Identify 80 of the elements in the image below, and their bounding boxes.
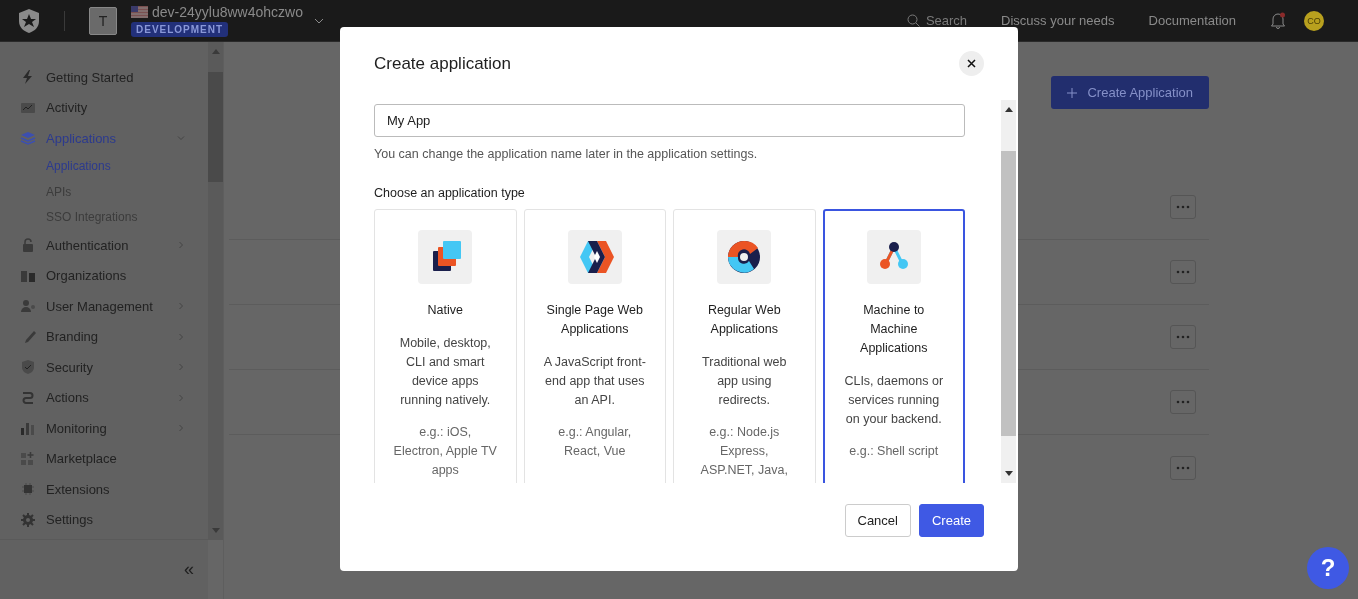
nav-link[interactable]: Discuss your needs bbox=[1001, 13, 1115, 28]
scrollbar-thumb[interactable] bbox=[208, 72, 223, 182]
section-heading: Choose an application type bbox=[374, 186, 526, 200]
app-type-icon bbox=[866, 230, 921, 284]
sidebar-item[interactable]: Organizations bbox=[20, 260, 208, 291]
more-options-button[interactable] bbox=[1170, 260, 1196, 284]
app-type-icon bbox=[567, 230, 622, 284]
sidebar-item[interactable]: Branding bbox=[20, 321, 208, 352]
card-title: Regular Web Applications bbox=[706, 302, 782, 338]
close-button[interactable] bbox=[959, 51, 984, 76]
card-title: Single Page Web Applications bbox=[545, 302, 644, 338]
logo-icon[interactable] bbox=[18, 8, 40, 33]
card-description: Mobile, desktop, CLI and smart device apps running natively. bbox=[398, 335, 492, 409]
sidebar-item[interactable]: Security bbox=[20, 352, 208, 383]
name-input-field[interactable]: My App bbox=[374, 104, 965, 137]
more-icon bbox=[1176, 400, 1190, 404]
application-type-card[interactable]: Single Page Web Applications A JavaScript front-end app that uses an API. e.g.: Angular, React, Vue bbox=[523, 209, 666, 483]
more-icon bbox=[1176, 335, 1190, 339]
tenant-avatar[interactable]: T bbox=[89, 6, 117, 35]
scroll-up-icon[interactable] bbox=[1004, 106, 1013, 112]
sidebar-item[interactable]: Activity bbox=[20, 92, 208, 123]
cancel-button[interactable]: Cancel bbox=[844, 503, 911, 537]
application-type-card[interactable]: Machine to Machine Applications CLIs, daemons or services running on your backend. e.g.: Shell script bbox=[822, 209, 965, 483]
menu-icon bbox=[20, 237, 36, 254]
more-options-button[interactable] bbox=[1170, 390, 1196, 414]
search-button[interactable]: Search bbox=[906, 13, 968, 28]
sidebar-item[interactable]: Actions bbox=[20, 382, 208, 413]
help-button[interactable]: ? bbox=[1307, 547, 1349, 589]
environment-badge: DEVELOPMENT bbox=[131, 22, 229, 37]
collapse-button[interactable]: « bbox=[178, 558, 200, 581]
app-type-icon bbox=[418, 230, 473, 284]
menu-icon bbox=[20, 511, 36, 528]
menu-icon bbox=[20, 130, 36, 147]
card-examples: e.g.: Shell script bbox=[849, 443, 939, 460]
dialog-title: Create application bbox=[374, 53, 512, 74]
more-icon bbox=[1176, 270, 1190, 274]
sidebar-item[interactable]: User Management bbox=[20, 291, 208, 322]
more-options-button[interactable] bbox=[1170, 195, 1196, 219]
application-type-card[interactable]: Native Mobile, desktop, CLI and smart device apps running natively. e.g.: iOS, Electron, Apple TV apps bbox=[374, 209, 517, 483]
application-type-card[interactable]: Regular Web Applications Traditional web app using redirects. e.g.: Node.js Express, ASP.NET, Java, bbox=[673, 209, 816, 483]
search-icon[interactable] bbox=[906, 14, 920, 27]
scroll-down-icon[interactable] bbox=[1004, 471, 1013, 477]
card-description: Traditional web app using redirects. bbox=[701, 354, 788, 409]
dialog-scrollbar[interactable] bbox=[1001, 100, 1016, 483]
menu-icon bbox=[20, 359, 36, 376]
sidebar-item[interactable]: Marketplace bbox=[20, 443, 208, 474]
menu-icon bbox=[20, 298, 36, 315]
plus-icon bbox=[1067, 87, 1078, 98]
more-options-button[interactable] bbox=[1170, 455, 1196, 480]
menu-icon bbox=[20, 450, 36, 467]
more-icon bbox=[1176, 205, 1190, 209]
more-options-button[interactable] bbox=[1170, 325, 1196, 349]
card-title: Machine to Machine Applications bbox=[859, 302, 929, 357]
card-examples: e.g.: Node.js Express, ASP.NET, Java, bbox=[699, 424, 789, 479]
menu-icon bbox=[20, 481, 36, 498]
menu-icon bbox=[20, 420, 36, 437]
sidebar-item[interactable]: Authentication bbox=[20, 230, 208, 261]
sidebar-item[interactable]: Monitoring bbox=[20, 413, 208, 444]
card-description: CLIs, daemons or services running on your backend. bbox=[843, 373, 945, 428]
scrollbar[interactable] bbox=[208, 42, 223, 540]
sidebar-item[interactable]: Getting Started bbox=[20, 62, 208, 93]
close-icon bbox=[967, 59, 976, 68]
card-title: Native bbox=[427, 302, 463, 319]
nav-link[interactable]: Documentation bbox=[1148, 13, 1236, 28]
create-button[interactable]: Create bbox=[918, 503, 984, 537]
more-icon bbox=[1176, 465, 1190, 470]
create-application-button[interactable]: Create Application bbox=[1051, 76, 1209, 109]
app-type-icon bbox=[717, 230, 772, 284]
scrollbar-thumb[interactable] bbox=[1001, 151, 1016, 436]
flag-icon bbox=[131, 6, 148, 18]
sidebar-item[interactable]: Settings bbox=[20, 504, 208, 535]
bell-icon[interactable] bbox=[1270, 12, 1286, 29]
tenant-name[interactable]: dev-24yylu8ww4ohczwo bbox=[152, 4, 303, 20]
card-examples: e.g.: Angular, React, Vue bbox=[557, 424, 633, 460]
menu-icon bbox=[20, 389, 36, 406]
field-hint: You can change the application name later in the application settings. bbox=[374, 147, 759, 161]
sidebar-item[interactable]: Extensions bbox=[20, 474, 208, 505]
card-description: A JavaScript front-end app that uses an API. bbox=[542, 354, 647, 409]
user-avatar[interactable]: CO bbox=[1304, 10, 1324, 31]
card-examples: e.g.: iOS, Electron, Apple TV apps bbox=[393, 424, 498, 479]
